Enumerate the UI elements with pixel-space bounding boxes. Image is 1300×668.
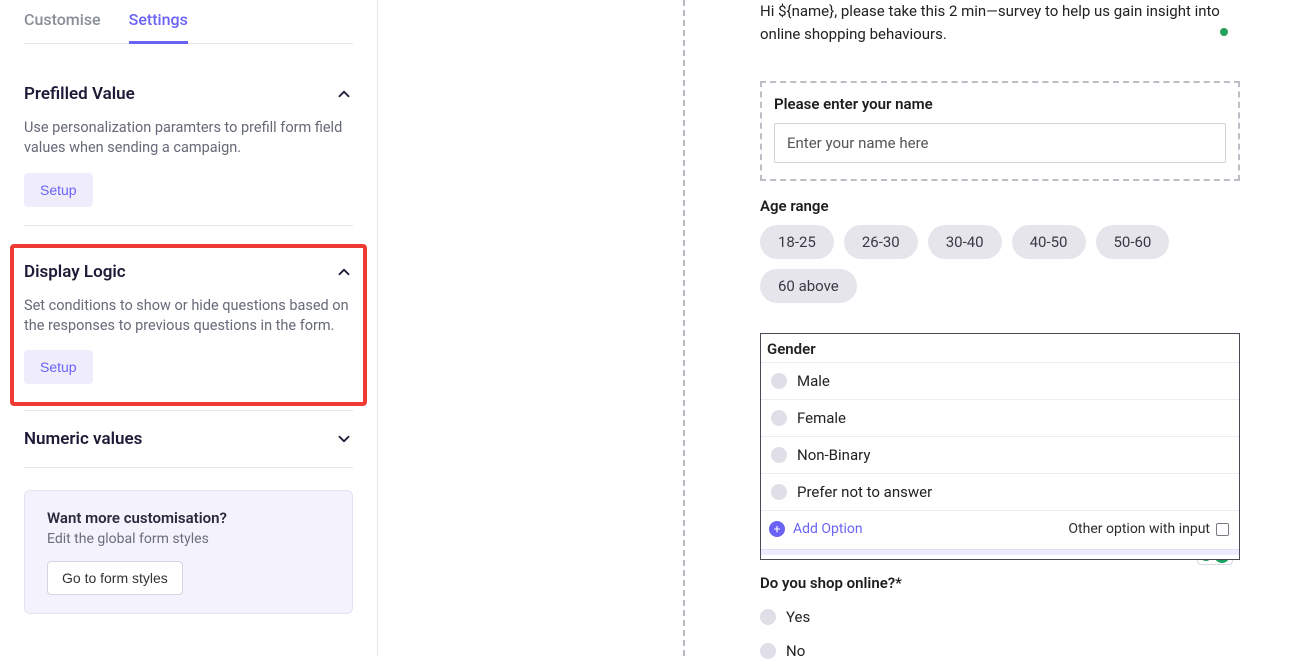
shop-option-label: No <box>786 642 805 660</box>
section-header-numeric[interactable]: Numeric values <box>24 429 353 449</box>
gender-add-row: + Add Option Other option with input <box>761 510 1239 545</box>
tab-customise[interactable]: Customise <box>24 10 101 43</box>
shop-option-label: Yes <box>786 608 810 626</box>
age-option[interactable]: 60 above <box>760 269 857 303</box>
gender-option-label: Non-Binary <box>797 446 870 464</box>
gender-option[interactable]: Prefer not to answer <box>761 473 1239 510</box>
highlight-display-logic: Display Logic Set conditions to show or … <box>10 244 367 407</box>
gender-option-label: Female <box>797 409 846 427</box>
card-subtitle: Edit the global form styles <box>47 531 330 547</box>
form-preview: Hi ${name}, please take this 2 min—surve… <box>760 0 1240 668</box>
chevron-up-icon <box>335 85 353 103</box>
go-to-form-styles-button[interactable]: Go to form styles <box>47 561 183 595</box>
gender-option[interactable]: Female <box>761 399 1239 436</box>
question-label-age: Age range <box>760 197 1240 215</box>
card-title: Want more customisation? <box>47 509 330 527</box>
shop-option[interactable]: No <box>760 634 1240 668</box>
question-block-gender[interactable]: Gender Male Female Non-Binary Prefer not… <box>760 333 1240 560</box>
name-input[interactable]: Enter your name here <box>774 123 1226 163</box>
section-title-numeric: Numeric values <box>24 429 142 449</box>
section-display-logic: Display Logic Set conditions to show or … <box>24 262 353 385</box>
vertical-divider <box>683 0 685 656</box>
gender-option[interactable]: Male <box>761 362 1239 399</box>
block-footer-accent <box>761 549 1239 555</box>
other-option-toggle[interactable]: Other option with input <box>1068 521 1229 537</box>
chevron-down-icon <box>335 430 353 448</box>
section-numeric-values: Numeric values <box>24 410 353 468</box>
question-block-shop-online: Do you shop online?* Yes No <box>760 574 1240 668</box>
age-option[interactable]: 18-25 <box>760 225 834 259</box>
section-desc-display-logic: Set conditions to show or hide questions… <box>24 296 353 337</box>
section-title-display-logic: Display Logic <box>24 262 126 282</box>
chevron-up-icon <box>335 263 353 281</box>
question-label-name: Please enter your name <box>774 95 1226 113</box>
radio-icon <box>771 447 787 463</box>
tab-settings[interactable]: Settings <box>129 10 188 44</box>
checkbox-icon <box>1216 523 1229 536</box>
add-option-button[interactable]: + Add Option <box>769 521 863 537</box>
section-prefilled-value: Prefilled Value Use personalization para… <box>24 66 353 226</box>
age-option[interactable]: 40-50 <box>1012 225 1086 259</box>
customisation-card: Want more customisation? Edit the global… <box>24 490 353 614</box>
section-header-prefilled[interactable]: Prefilled Value <box>24 84 353 104</box>
intro-text: Hi ${name}, please take this 2 min—surve… <box>760 0 1240 45</box>
age-option[interactable]: 50-60 <box>1096 225 1170 259</box>
gender-option-label: Prefer not to answer <box>797 483 932 501</box>
question-block-name[interactable]: Please enter your name Enter your name h… <box>760 81 1240 181</box>
section-title-prefilled: Prefilled Value <box>24 84 135 104</box>
radio-icon <box>760 609 776 625</box>
question-block-age: Age range 18-25 26-30 30-40 40-50 50-60 … <box>760 197 1240 303</box>
radio-icon <box>771 484 787 500</box>
other-option-label: Other option with input <box>1068 521 1210 537</box>
setup-button-display-logic[interactable]: Setup <box>24 350 93 384</box>
age-options: 18-25 26-30 30-40 40-50 50-60 60 above <box>760 225 1240 303</box>
setup-button-prefilled[interactable]: Setup <box>24 173 93 207</box>
section-desc-prefilled: Use personalization paramters to prefill… <box>24 118 353 159</box>
add-option-label: Add Option <box>793 521 863 537</box>
settings-sidebar: Customise Settings Prefilled Value Use p… <box>0 0 378 656</box>
question-label-gender: Gender <box>761 334 1239 362</box>
plus-icon: + <box>769 521 785 537</box>
question-label-shop: Do you shop online?* <box>760 574 1240 592</box>
shop-option[interactable]: Yes <box>760 600 1240 634</box>
radio-icon <box>771 373 787 389</box>
age-option[interactable]: 26-30 <box>844 225 918 259</box>
name-input-placeholder: Enter your name here <box>787 134 928 152</box>
sidebar-tabs: Customise Settings <box>24 10 353 44</box>
gender-option[interactable]: Non-Binary <box>761 436 1239 473</box>
gender-option-label: Male <box>797 372 830 390</box>
section-header-display-logic[interactable]: Display Logic <box>24 262 353 282</box>
age-option[interactable]: 30-40 <box>928 225 1002 259</box>
radio-icon <box>771 410 787 426</box>
radio-icon <box>760 643 776 659</box>
